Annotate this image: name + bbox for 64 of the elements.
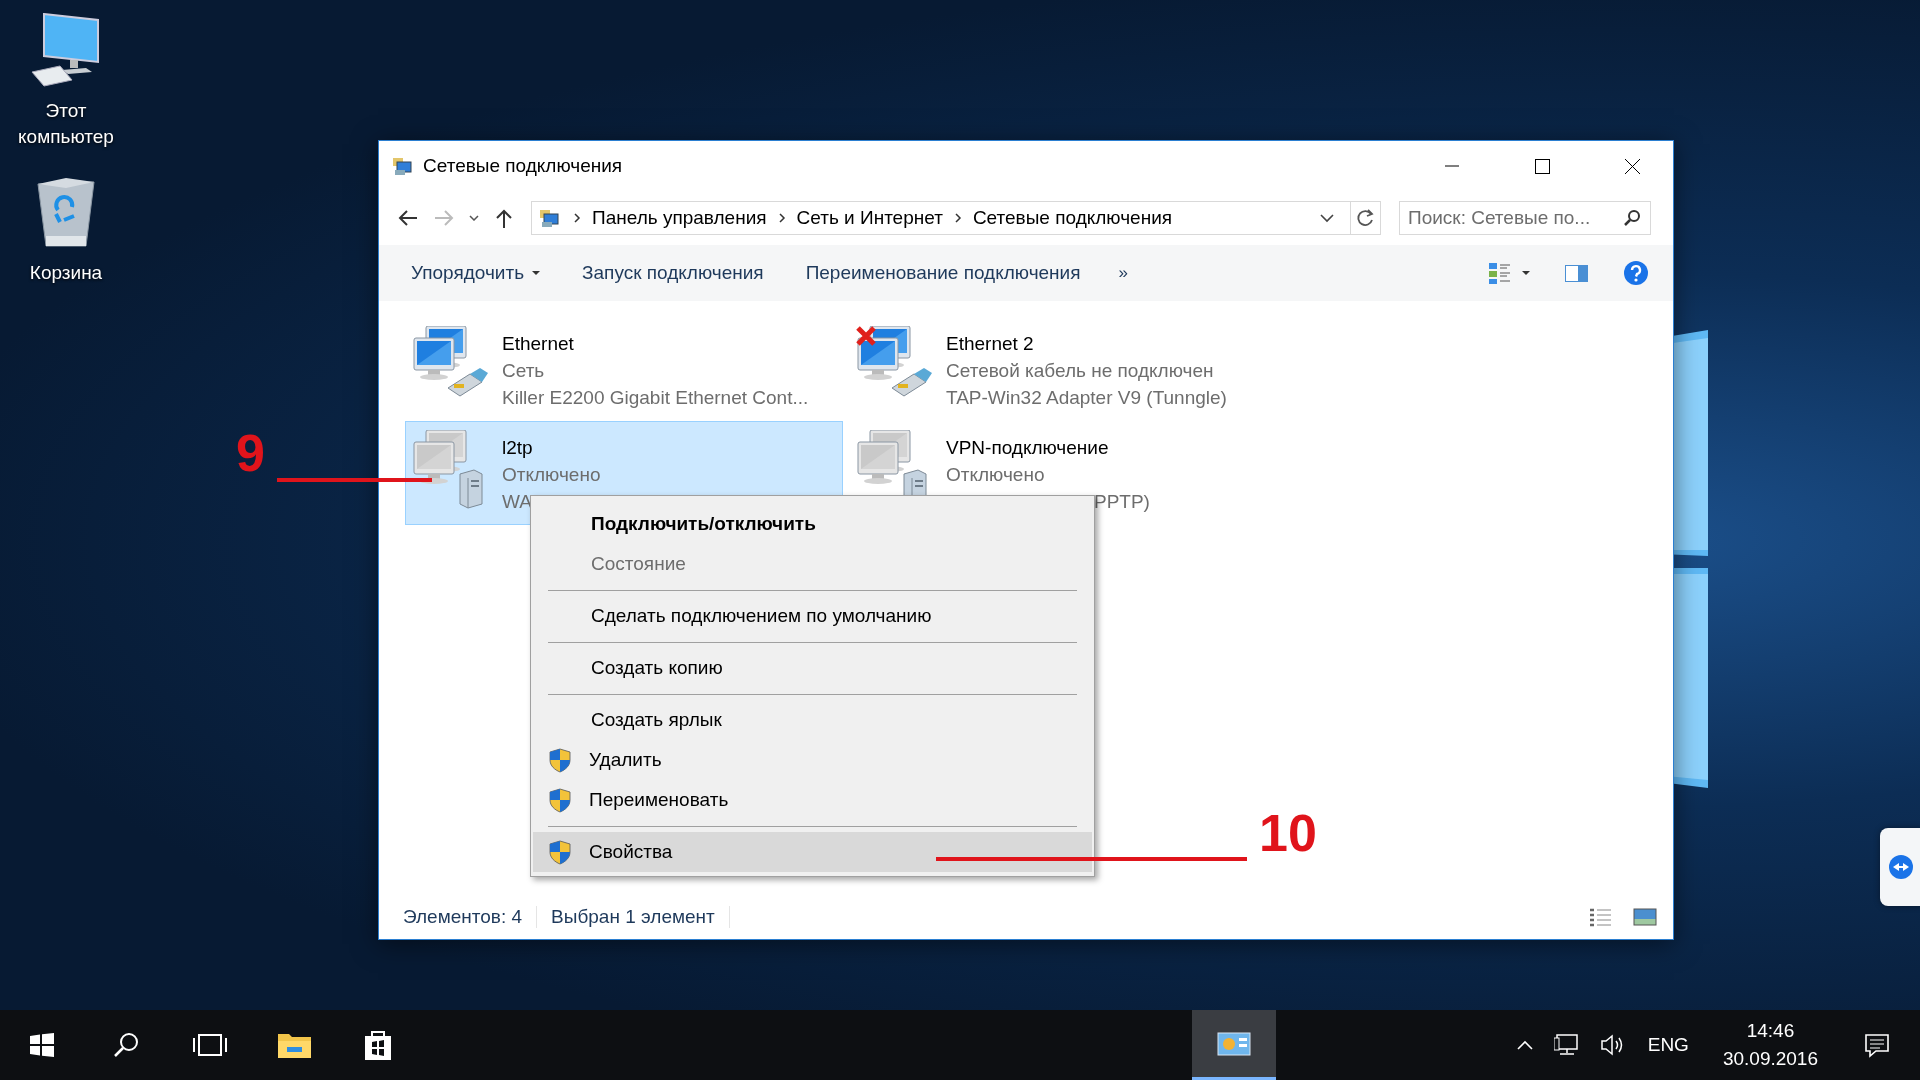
chevron-right-icon <box>776 211 787 225</box>
connection-device: PPTP) <box>1094 490 1150 514</box>
connection-name: Ethernet <box>502 332 574 356</box>
shopping-bag-icon <box>362 1028 394 1062</box>
menu-item[interactable]: Сделать подключением по умолчанию <box>533 596 1092 636</box>
connection-status: Отключено <box>502 463 601 487</box>
language-indicator[interactable]: ENG <box>1633 1010 1703 1080</box>
connection-device: WA <box>502 490 532 514</box>
breadcrumb-item[interactable]: Сеть и Интернет <box>796 207 943 229</box>
window-title: Сетевые подключения <box>423 155 624 177</box>
connection-device: TAP-Win32 Adapter V9 (Tunngle) <box>946 386 1227 410</box>
annotation-number: 9 <box>236 425 265 481</box>
selection-count: Выбран 1 элемент <box>551 906 715 928</box>
search-icon <box>113 1032 139 1058</box>
connection-item[interactable]: Ethernet 2 Сетевой кабель не подключен TAP-Win32 Adapter V9 (Tunngle) <box>849 317 1287 421</box>
connection-name: VPN-подключение <box>946 436 1109 460</box>
breadcrumb-item[interactable]: Панель управления <box>592 207 767 229</box>
connection-item[interactable]: Ethernet Сеть Killer E2200 Gigabit Ethernet Cont... <box>405 317 843 421</box>
tiles-view-icon <box>1633 907 1657 927</box>
minimize-icon <box>1445 165 1459 167</box>
speaker-icon <box>1599 1033 1624 1057</box>
connection-status: Сеть <box>502 359 545 383</box>
remote-control-icon <box>1888 854 1914 880</box>
control-panel-icon <box>1216 1029 1251 1058</box>
toolbar-button[interactable]: Упорядочить <box>403 256 549 290</box>
close-icon <box>1624 158 1640 174</box>
task-view-icon <box>193 1033 227 1057</box>
side-panel-tab[interactable] <box>1880 828 1920 906</box>
menu-item[interactable]: Переименовать <box>533 780 1092 820</box>
address-bar[interactable]: Панель управления Сеть и Интернет Сетевые подключения <box>531 201 1351 235</box>
windows-logo-icon <box>30 1033 54 1057</box>
menu-item[interactable]: Создать ярлык <box>533 700 1092 740</box>
more-button[interactable]: » <box>1114 259 1132 287</box>
connection-name: l2tp <box>502 436 533 460</box>
control-panel-button[interactable] <box>1191 1010 1276 1080</box>
menu-item[interactable]: Свойства <box>533 832 1092 872</box>
desktop-icon-label[interactable]: Корзина <box>29 260 103 286</box>
help-icon <box>1623 260 1649 286</box>
chevron-down-icon <box>469 215 479 221</box>
refresh-button[interactable] <box>1351 201 1381 235</box>
caret-icon <box>1522 271 1530 275</box>
connection-status: Сетевой кабель не подключен <box>946 359 1214 383</box>
clock-date[interactable]: 30.09.2016 <box>1722 1048 1818 1070</box>
refresh-icon <box>1355 208 1376 228</box>
chevron-right-icon <box>572 211 582 225</box>
connection-status: Отключено <box>946 463 1045 487</box>
chevron-right-icon <box>952 211 963 225</box>
toolbar-button[interactable]: Переименование подключения <box>797 256 1089 290</box>
menu-item[interactable]: Удалить <box>533 740 1092 780</box>
toolbar-button[interactable]: Запуск подключения <box>574 256 772 290</box>
breadcrumb-item[interactable]: Сетевые подключения <box>972 207 1173 229</box>
maximize-icon <box>1534 158 1550 174</box>
notification-icon <box>1864 1032 1890 1058</box>
annotation-number: 10 <box>1259 805 1317 861</box>
details-view-icon <box>1589 907 1611 927</box>
network-icon <box>1553 1033 1580 1057</box>
search-field[interactable]: Поиск: Сетевые по... <box>1399 201 1651 235</box>
desktop-icon-label[interactable]: Этот компьютер <box>18 98 114 150</box>
clock-time[interactable]: 14:46 <box>1746 1020 1795 1042</box>
view-list-icon <box>1488 261 1512 285</box>
connection-name: Ethernet 2 <box>946 332 1034 356</box>
connection-device: Killer E2200 Gigabit Ethernet Cont... <box>502 386 809 410</box>
menu-item[interactable]: Создать копию <box>533 648 1092 688</box>
item-count: Элементов: 4 <box>403 906 523 928</box>
